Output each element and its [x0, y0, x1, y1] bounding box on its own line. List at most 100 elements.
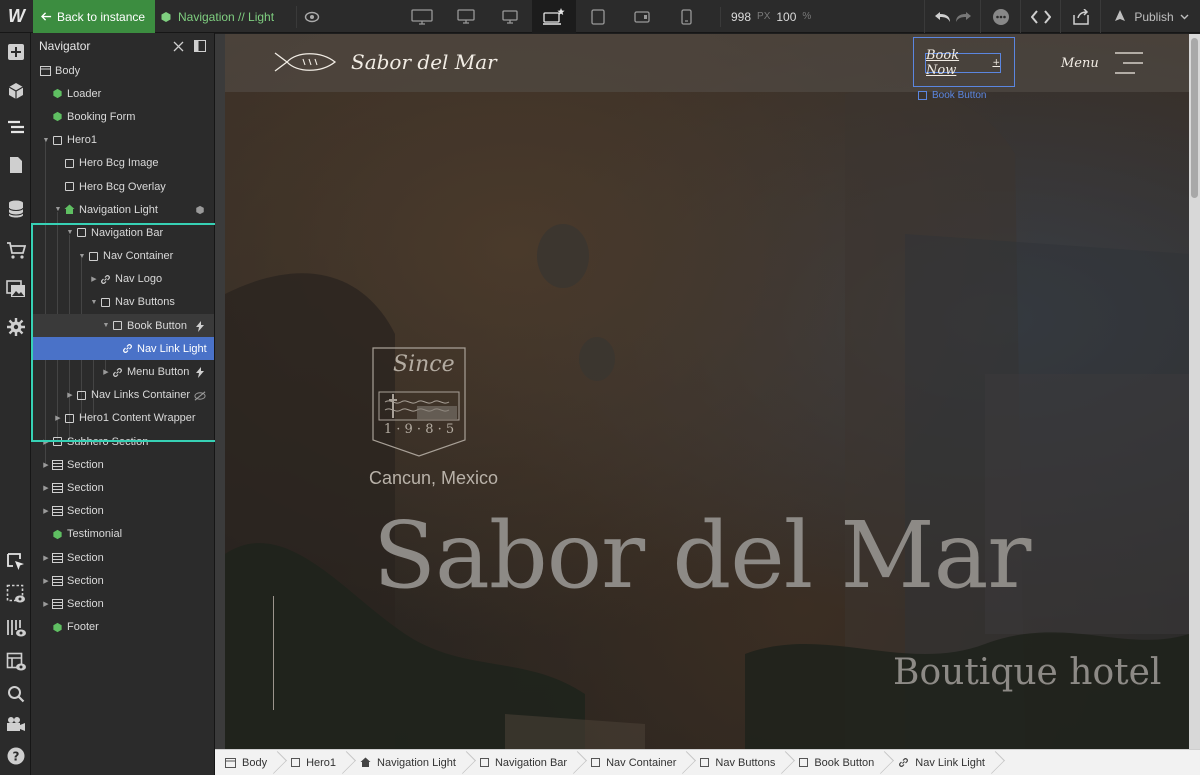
- tree-item-footer[interactable]: Footer: [31, 616, 214, 639]
- tree-item-section[interactable]: ▶ Section: [31, 476, 214, 499]
- tree-item-nav-link-light[interactable]: Nav Link Light: [31, 337, 214, 361]
- since-badge: Since 1 · 9 · 8 · 5: [369, 344, 469, 460]
- tree-item-hero-bcg-image[interactable]: Hero Bcg Image: [31, 152, 214, 175]
- breakpoint-l[interactable]: [488, 0, 532, 33]
- settings-button[interactable]: [0, 312, 31, 342]
- tree-item-hero1-content-wrapper[interactable]: ▶ Hero1 Content Wrapper: [31, 407, 214, 430]
- collapse-icon: [173, 41, 183, 51]
- tree-item-label: Section: [67, 505, 104, 518]
- comments-button[interactable]: [980, 0, 1020, 33]
- breadcrumb-body[interactable]: Body: [215, 750, 281, 775]
- tree-item-section[interactable]: ▶ Section: [31, 569, 214, 592]
- caret-right-icon[interactable]: ▶: [65, 390, 75, 400]
- tree-item-section[interactable]: ▶ Section: [31, 592, 214, 615]
- tree-item-body[interactable]: Body: [31, 59, 214, 82]
- breadcrumb-book-button[interactable]: Book Button: [789, 750, 888, 775]
- design-canvas[interactable]: Sabor del Mar Book Now + Book Button Men…: [225, 34, 1189, 749]
- redo-icon[interactable]: [954, 10, 972, 24]
- tree-item-hero1[interactable]: ▼ Hero1: [31, 129, 214, 152]
- caret-right-icon[interactable]: ▶: [41, 483, 51, 493]
- publish-label: Publish: [1134, 9, 1174, 24]
- breakpoint-xxl[interactable]: [400, 0, 444, 33]
- symbols-button[interactable]: [0, 76, 31, 106]
- caret-down-icon[interactable]: ▼: [101, 321, 111, 331]
- scrollbar-thumb[interactable]: [1191, 38, 1198, 198]
- navigator-button[interactable]: [0, 113, 31, 143]
- caret-right-icon[interactable]: ▶: [41, 576, 51, 586]
- breadcrumb-navigation-bar[interactable]: Navigation Bar: [470, 750, 581, 775]
- select-tool-button[interactable]: [0, 547, 31, 577]
- nav-link-light[interactable]: Book Now +: [925, 48, 1001, 78]
- caret-right-icon[interactable]: ▶: [89, 274, 99, 284]
- symbol-breadcrumb[interactable]: Navigation // Light: [160, 0, 274, 33]
- breadcrumb-navigation-light[interactable]: Navigation Light: [350, 750, 470, 775]
- dashed-eye-icon: [6, 584, 25, 603]
- tree-item-testimonial[interactable]: Testimonial: [31, 523, 214, 546]
- publish-button[interactable]: Publish: [1100, 0, 1200, 33]
- caret-right-icon[interactable]: ▶: [101, 367, 111, 377]
- help-button[interactable]: ?: [0, 741, 31, 771]
- breakpoint-tablet[interactable]: [576, 0, 620, 33]
- breakpoint-xl[interactable]: [444, 0, 488, 33]
- caret-down-icon[interactable]: ▼: [65, 228, 75, 238]
- video-tutorials-button[interactable]: [0, 709, 31, 739]
- caret-down-icon[interactable]: ▼: [41, 135, 51, 145]
- webflow-logo[interactable]: W: [0, 0, 33, 33]
- add-elements-button[interactable]: [0, 37, 31, 67]
- tree-item-menu-button[interactable]: ▶ Menu Button: [31, 360, 214, 383]
- tree-item-nav-buttons[interactable]: ▼ Nav Buttons: [31, 291, 214, 314]
- dock-panel-button[interactable]: [193, 39, 207, 53]
- caret-down-icon[interactable]: ▼: [89, 297, 99, 307]
- caret-right-icon[interactable]: ▶: [41, 599, 51, 609]
- caret-right-icon[interactable]: ▶: [53, 413, 63, 423]
- breakpoint-base[interactable]: [532, 0, 576, 33]
- caret-right-icon[interactable]: ▶: [41, 460, 51, 470]
- canvas-width-value[interactable]: 998: [731, 10, 751, 24]
- caret-down-icon[interactable]: ▼: [77, 251, 87, 261]
- tree-item-section[interactable]: ▶ Section: [31, 500, 214, 523]
- tree-item-section[interactable]: ▶ Section: [31, 453, 214, 476]
- div-block-icon: [51, 134, 63, 146]
- tree-item-label: Booking Form: [67, 110, 136, 123]
- tree-item-navigation-bar[interactable]: ▼ Navigation Bar: [31, 221, 214, 244]
- breakpoint-landscape[interactable]: [620, 0, 664, 33]
- cms-button[interactable]: [0, 194, 31, 224]
- breadcrumb-hero1[interactable]: Hero1: [281, 750, 350, 775]
- caret-right-icon[interactable]: ▶: [41, 437, 51, 447]
- breadcrumb-nav-container[interactable]: Nav Container: [581, 750, 690, 775]
- canvas-scrollbar[interactable]: [1189, 34, 1200, 749]
- export-button[interactable]: [1060, 0, 1100, 33]
- caret-right-icon[interactable]: ▶: [41, 506, 51, 516]
- grid-overlay-button[interactable]: [0, 613, 31, 643]
- tree-item-nav-links-container[interactable]: ▶ Nav Links Container: [31, 384, 214, 407]
- tree-item-loader[interactable]: Loader: [31, 82, 214, 105]
- tree-item-book-button[interactable]: ▼ Book Button: [31, 314, 214, 338]
- caret-down-icon[interactable]: ▼: [53, 205, 63, 215]
- xray-button[interactable]: [0, 579, 31, 609]
- menu-button[interactable]: Menu: [1061, 52, 1143, 74]
- tree-item-booking-form[interactable]: Booking Form: [31, 105, 214, 128]
- undo-icon[interactable]: [934, 10, 952, 24]
- pages-button[interactable]: [0, 150, 31, 180]
- tree-item-navigation-light[interactable]: ▼ Navigation Light: [31, 198, 214, 221]
- tree-item-section[interactable]: ▶ Section: [31, 546, 214, 569]
- tree-item-nav-logo[interactable]: ▶ Nav Logo: [31, 268, 214, 291]
- breadcrumb-nav-buttons[interactable]: Nav Buttons: [690, 750, 789, 775]
- tree-item-nav-container[interactable]: ▼ Nav Container: [31, 245, 214, 268]
- zoom-value[interactable]: 100: [776, 10, 796, 24]
- breadcrumb-nav-link-light[interactable]: Nav Link Light: [888, 750, 999, 775]
- tree-item-subhero-section[interactable]: ▶ Subhero Section: [31, 430, 214, 453]
- ecommerce-button[interactable]: [0, 236, 31, 266]
- caret-right-icon[interactable]: ▶: [41, 553, 51, 563]
- tree-item-hero-bcg-overlay[interactable]: Hero Bcg Overlay: [31, 175, 214, 198]
- audit-button[interactable]: [0, 647, 31, 677]
- code-button[interactable]: [1020, 0, 1060, 33]
- cart-icon: [6, 242, 26, 259]
- assets-button[interactable]: [0, 274, 31, 304]
- collapse-all-button[interactable]: [171, 39, 185, 53]
- nav-logo[interactable]: Sabor del Mar: [273, 50, 497, 74]
- breakpoint-portrait[interactable]: [664, 0, 708, 33]
- back-to-instance-button[interactable]: Back to instance: [33, 0, 155, 33]
- search-button[interactable]: [0, 679, 31, 709]
- preview-button[interactable]: [296, 6, 326, 28]
